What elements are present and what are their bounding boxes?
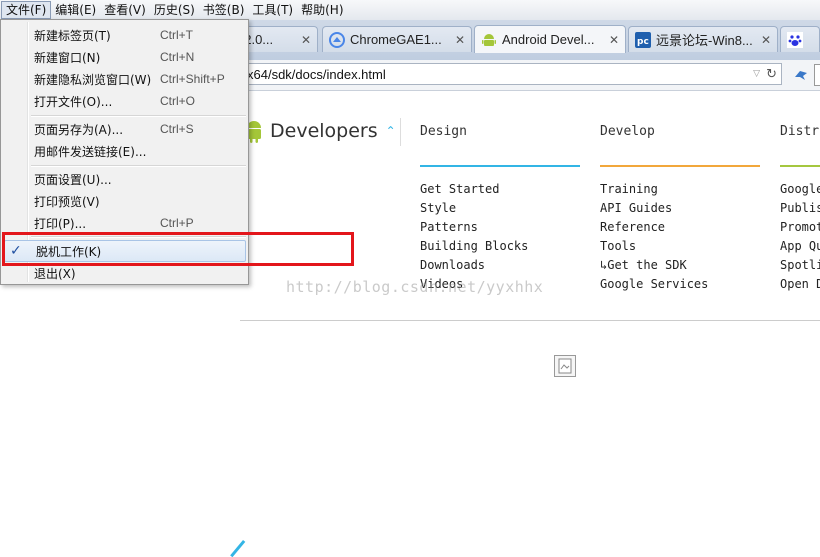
menu-history[interactable]: 历史(S): [150, 1, 199, 19]
tab-label: Android Devel...: [502, 32, 595, 47]
menu-item-label: 新建标签页(T): [34, 28, 111, 43]
decorative-mark: [230, 540, 246, 557]
menu-item-save-page-as[interactable]: 页面另存为(A)... Ctrl+S: [3, 118, 246, 140]
watermark: http://blog.csdn.net/yyxhhx: [286, 278, 544, 296]
tab-label: 远景论坛-Win8...: [656, 33, 753, 48]
nav-link[interactable]: API Guides: [600, 199, 760, 218]
nav-link[interactable]: Get Started: [420, 180, 580, 199]
chevron-up-icon[interactable]: ⌃: [386, 124, 396, 138]
close-icon[interactable]: ✕: [609, 33, 619, 47]
header-divider: [400, 118, 401, 146]
nav-link[interactable]: Training: [600, 180, 760, 199]
broken-image-icon: [554, 355, 576, 377]
menu-item-shortcut: Ctrl+P: [160, 216, 194, 230]
menu-tools[interactable]: 工具(T): [248, 1, 297, 19]
nav-column-distribute: Distr Google Publis Promot App Qu Spotli…: [780, 124, 820, 294]
menu-item-open-file[interactable]: 打开文件(O)... Ctrl+O: [3, 90, 246, 112]
nav-link[interactable]: Google: [780, 180, 820, 199]
menu-item-shortcut: Ctrl+Shift+P: [160, 72, 225, 86]
nav-link[interactable]: Open D: [780, 275, 820, 294]
reload-icon[interactable]: ↻: [766, 67, 777, 82]
url-field[interactable]: x64/sdk/docs/index.html ▽ ↻: [240, 63, 782, 85]
menu-item-new-window[interactable]: 新建窗口(N) Ctrl+N: [3, 46, 246, 68]
close-icon[interactable]: ✕: [301, 33, 311, 47]
column-title[interactable]: Develop: [600, 124, 760, 146]
menu-view[interactable]: 查看(V): [100, 1, 150, 19]
menu-item-label: 打开文件(O)...: [34, 94, 113, 109]
menu-bar: 文件(F) 编辑(E) 查看(V) 历史(S) 书签(B) 工具(T) 帮助(H…: [0, 0, 820, 20]
menu-separator: [31, 115, 246, 117]
tab-chromegae[interactable]: ChromeGAE1... ✕: [322, 26, 472, 52]
menu-edit[interactable]: 编辑(E): [51, 1, 100, 19]
nav-link[interactable]: Promot: [780, 218, 820, 237]
close-icon[interactable]: ✕: [455, 33, 465, 47]
baidu-paw-icon: [787, 31, 803, 48]
menu-item-shortcut: Ctrl+S: [160, 122, 194, 136]
menu-item-label: 页面另存为(A)...: [34, 122, 124, 137]
nav-link[interactable]: Reference: [600, 218, 760, 237]
menu-separator: [31, 165, 246, 167]
nav-column-design: Design Get Started Style Patterns Buildi…: [420, 124, 580, 294]
menu-item-label: 新建隐私浏览窗口(W): [34, 72, 152, 87]
extension-bird-icon[interactable]: [794, 69, 808, 81]
column-accent-line: [420, 165, 580, 167]
nav-link[interactable]: Downloads: [420, 256, 580, 275]
menu-item-label: 打印(P)...: [34, 216, 87, 231]
menu-item-new-tab[interactable]: 新建标签页(T) Ctrl+T: [3, 24, 246, 46]
highlight-annotation-box: [2, 232, 354, 266]
logo-text: Developers: [270, 120, 378, 142]
nav-link[interactable]: Google Services: [600, 275, 760, 294]
nav-link[interactable]: Patterns: [420, 218, 580, 237]
menu-item-print[interactable]: 打印(P)... Ctrl+P: [3, 212, 246, 234]
menu-item-label: 页面设置(U)...: [34, 172, 112, 187]
menu-bookmarks[interactable]: 书签(B): [199, 1, 249, 19]
column-title[interactable]: Design: [420, 124, 580, 146]
nav-link[interactable]: Building Blocks: [420, 237, 580, 256]
menu-item-page-setup[interactable]: 页面设置(U)...: [3, 168, 246, 190]
menu-item-label: 退出(X): [34, 266, 76, 281]
menu-item-email-link[interactable]: 用邮件发送链接(E)...: [3, 140, 246, 162]
svg-text:pc: pc: [637, 37, 649, 47]
close-icon[interactable]: ✕: [761, 33, 771, 47]
nav-link[interactable]: Publis: [780, 199, 820, 218]
menu-item-shortcut: Ctrl+O: [160, 94, 196, 108]
tab-pcbeta[interactable]: pc 远景论坛-Win8... ✕: [628, 26, 778, 52]
nav-column-develop: Develop Training API Guides Reference To…: [600, 124, 760, 294]
tab-baidu[interactable]: [780, 26, 820, 52]
column-accent-line: [600, 165, 760, 167]
url-text: x64/sdk/docs/index.html: [247, 66, 386, 82]
nav-link[interactable]: Tools: [600, 237, 760, 256]
chromegae-icon: [329, 31, 345, 48]
tab-android-developers[interactable]: Android Devel... ✕: [474, 25, 626, 53]
menu-help[interactable]: 帮助(H): [297, 1, 347, 19]
column-title[interactable]: Distr: [780, 124, 820, 146]
nav-link[interactable]: Style: [420, 199, 580, 218]
column-accent-line: [780, 165, 820, 167]
android-icon: [482, 33, 496, 46]
menu-item-label: 打印预览(V): [34, 194, 100, 209]
pcbeta-icon: pc: [635, 31, 651, 48]
menu-file[interactable]: 文件(F): [1, 1, 52, 19]
nav-link[interactable]: Spotli: [780, 256, 820, 275]
history-dropdown-icon[interactable]: ▽: [753, 69, 760, 79]
content-divider: [240, 320, 820, 321]
menu-item-label: 新建窗口(N): [34, 50, 101, 65]
menu-item-label: 用邮件发送链接(E)...: [34, 144, 147, 159]
menu-item-print-preview[interactable]: 打印预览(V): [3, 190, 246, 212]
nav-link[interactable]: ↳Get the SDK: [600, 256, 760, 275]
menu-item-shortcut: Ctrl+N: [160, 50, 195, 64]
menu-item-new-private-window[interactable]: 新建隐私浏览窗口(W) Ctrl+Shift+P: [3, 68, 246, 90]
nav-link[interactable]: App Qu: [780, 237, 820, 256]
toolbar-overflow-button[interactable]: [814, 64, 820, 86]
menu-item-shortcut: Ctrl+T: [160, 28, 193, 42]
tab-label: ChromeGAE1...: [350, 32, 442, 47]
android-developers-logo[interactable]: Developers ⌃: [244, 118, 396, 144]
